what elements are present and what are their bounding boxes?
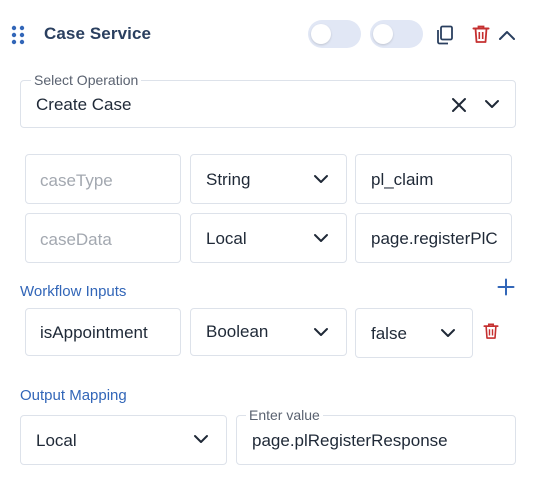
delete-input-icon[interactable] bbox=[481, 320, 501, 342]
toggle-switch-1[interactable] bbox=[308, 20, 361, 48]
param-type: String bbox=[206, 170, 251, 189]
copy-icon[interactable] bbox=[434, 24, 456, 46]
param-value-input[interactable]: pl_claim bbox=[355, 154, 512, 204]
param-type-select[interactable]: String bbox=[190, 154, 347, 204]
param-value-input[interactable]: page.registerPlC bbox=[355, 213, 512, 263]
param-name-field[interactable]: caseData bbox=[25, 213, 181, 263]
param-name: caseType bbox=[40, 171, 113, 190]
output-value-input[interactable]: Enter value page.plRegisterResponse bbox=[236, 407, 516, 465]
workflow-input-value: false bbox=[371, 324, 407, 343]
param-value: page.registerPlC bbox=[371, 229, 498, 248]
chevron-up-icon[interactable] bbox=[496, 25, 518, 45]
toggle-switch-2[interactable] bbox=[370, 20, 423, 48]
toggle-knob bbox=[311, 24, 331, 44]
workflow-input-type: Boolean bbox=[206, 322, 269, 341]
toggle-knob bbox=[373, 24, 393, 44]
drag-handle-icon[interactable] bbox=[10, 25, 26, 45]
card-title: Case Service bbox=[44, 24, 152, 43]
chevron-down-icon[interactable] bbox=[313, 327, 329, 337]
add-input-icon[interactable] bbox=[496, 277, 516, 297]
output-source-select[interactable]: Local bbox=[20, 415, 227, 465]
workflow-input-name: isAppointment bbox=[40, 323, 148, 342]
param-type: Local bbox=[206, 229, 247, 248]
chevron-down-icon[interactable] bbox=[313, 174, 329, 184]
operation-select[interactable]: Select Operation Create Case bbox=[20, 72, 516, 128]
output-value: page.plRegisterResponse bbox=[252, 431, 448, 450]
output-source: Local bbox=[36, 431, 77, 450]
chevron-down-icon[interactable] bbox=[440, 328, 456, 338]
param-type-select[interactable]: Local bbox=[190, 213, 347, 263]
trash-icon[interactable] bbox=[470, 23, 492, 45]
param-name: caseData bbox=[40, 230, 112, 249]
workflow-input-name-field[interactable]: isAppointment bbox=[25, 308, 181, 356]
output-mapping-heading: Output Mapping bbox=[20, 387, 127, 404]
output-value-label: Enter value bbox=[246, 407, 323, 423]
param-value: pl_claim bbox=[371, 170, 434, 189]
workflow-input-value-select[interactable]: false bbox=[355, 308, 473, 358]
operation-value: Create Case bbox=[36, 95, 132, 114]
chevron-down-icon[interactable] bbox=[313, 233, 329, 243]
workflow-input-type-select[interactable]: Boolean bbox=[190, 308, 347, 356]
param-name-field[interactable]: caseType bbox=[25, 154, 181, 204]
workflow-inputs-heading: Workflow Inputs bbox=[20, 283, 127, 300]
clear-icon[interactable] bbox=[451, 97, 467, 113]
chevron-down-icon[interactable] bbox=[484, 99, 500, 109]
operation-label: Select Operation bbox=[31, 72, 142, 88]
chevron-down-icon[interactable] bbox=[193, 434, 209, 444]
